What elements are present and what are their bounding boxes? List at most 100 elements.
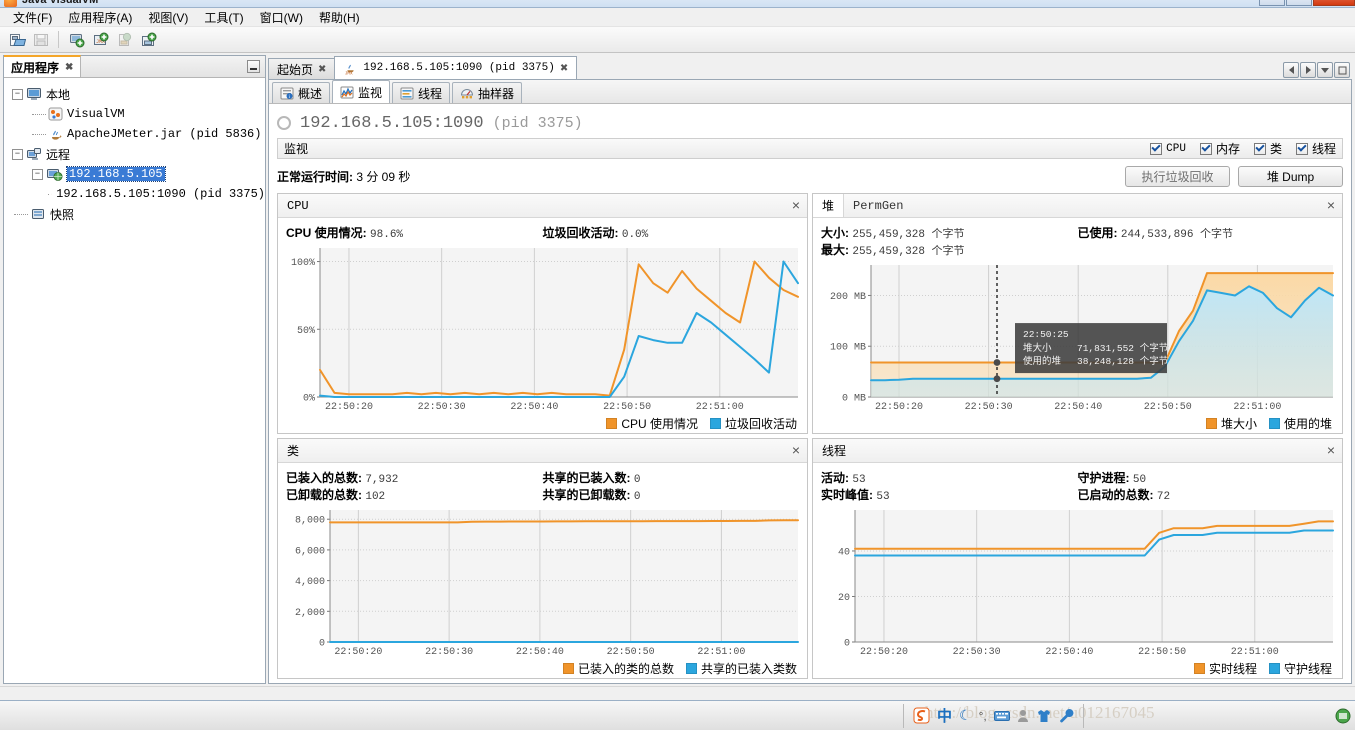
menu-help[interactable]: 帮助(H) bbox=[311, 7, 368, 28]
checkbox-box[interactable] bbox=[1295, 142, 1308, 155]
tree-node-remote[interactable]: − 远程 bbox=[12, 144, 265, 164]
sogou-icon[interactable] bbox=[913, 707, 930, 724]
visualvm-icon bbox=[48, 107, 63, 121]
tree-node-host[interactable]: − 192.168.5.105 bbox=[12, 164, 265, 184]
tree-node-visualvm[interactable]: VisualVM bbox=[12, 104, 265, 124]
threads-panel: 线程 × 活动: 53 实时峰值: 53 守护进程: 50 已启动的总数: 72… bbox=[812, 438, 1343, 679]
threads-legend: 实时线程 守护线程 bbox=[821, 660, 1334, 676]
checkbox-memory[interactable]: 内存 bbox=[1199, 140, 1240, 157]
save-icon[interactable] bbox=[30, 29, 52, 50]
java-icon bbox=[52, 130, 62, 140]
legend-label: 守护线程 bbox=[1283, 661, 1332, 676]
maximize-tab-button[interactable] bbox=[1334, 62, 1350, 78]
wrench-icon[interactable] bbox=[1059, 708, 1074, 723]
computer-icon bbox=[27, 88, 41, 100]
legend-swatch bbox=[1268, 662, 1280, 674]
degree-icon[interactable]: °, bbox=[979, 709, 987, 723]
legend-label: CPU 使用情况 bbox=[621, 416, 698, 431]
minimize-button[interactable] bbox=[1259, 0, 1285, 6]
skin-icon[interactable] bbox=[1036, 709, 1052, 723]
menu-tools[interactable]: 工具(T) bbox=[196, 7, 251, 28]
tab-monitor[interactable]: 监视 bbox=[332, 80, 391, 103]
scroll-right-button[interactable] bbox=[1300, 62, 1316, 78]
menu-applications[interactable]: 应用程序(A) bbox=[60, 7, 140, 28]
keyboard-icon[interactable] bbox=[993, 710, 1010, 722]
expander-icon[interactable]: − bbox=[12, 148, 23, 160]
tree-node-jmx-connection[interactable]: JMX 192.168.5.105:1090 (pid 3375) bbox=[12, 184, 265, 204]
permgen-tab[interactable]: PermGen bbox=[844, 194, 912, 217]
jmx-icon: JMX bbox=[51, 193, 52, 194]
tab-threads[interactable]: 线程 bbox=[392, 82, 451, 103]
close-icon[interactable]: ✖ bbox=[65, 62, 73, 73]
window-controls[interactable] bbox=[1258, 0, 1355, 6]
svg-text:20: 20 bbox=[838, 593, 850, 604]
minimize-panel-button[interactable] bbox=[247, 60, 260, 73]
tree-node-local[interactable]: − 本地 bbox=[12, 84, 265, 104]
tab-list-button[interactable] bbox=[1317, 62, 1333, 78]
svg-text:40: 40 bbox=[838, 547, 850, 558]
checkbox-box[interactable] bbox=[1253, 142, 1266, 155]
cpu-chart[interactable]: 22:50:20 22:50:30 22:50:40 22:50:50 22:51:00… bbox=[286, 244, 799, 415]
tree-node-jmeter[interactable]: ApacheJMeter.jar (pid 5836) bbox=[12, 124, 265, 144]
svg-text:22:50:40: 22:50:40 bbox=[516, 647, 564, 658]
menu-window[interactable]: 窗口(W) bbox=[252, 7, 311, 28]
classes-panel-title: 类 bbox=[287, 444, 300, 458]
close-icon[interactable]: × bbox=[792, 198, 800, 212]
sampler-icon bbox=[461, 88, 474, 98]
document-tab-start-page[interactable]: 起始页 ✖ bbox=[268, 58, 336, 79]
document-body: i 概述 监视 线程 抽样器 192.168.5.105:1090 (pid 3… bbox=[268, 79, 1352, 684]
tab-sampler[interactable]: 抽样器 bbox=[452, 82, 523, 103]
svg-text:0%: 0% bbox=[303, 394, 315, 405]
classes-chart[interactable]: 22:50:20 22:50:30 22:50:40 22:50:50 22:51:00… bbox=[286, 506, 799, 660]
add-snapshot-icon[interactable] bbox=[113, 29, 135, 50]
threads-panel-header: 线程 × bbox=[813, 439, 1342, 463]
add-application-icon[interactable] bbox=[137, 29, 159, 50]
applications-tab[interactable]: 应用程序 ✖ bbox=[4, 55, 82, 77]
heap-dump-button[interactable]: 堆 Dump bbox=[1238, 165, 1343, 187]
document-tab-jmx[interactable]: JMX 192.168.5.105:1090 (pid 3375) ✖ bbox=[334, 56, 578, 79]
tab-navigation[interactable] bbox=[1283, 62, 1350, 78]
open-icon[interactable] bbox=[6, 29, 28, 50]
threads-stats: 活动: 53 实时峰值: 53 守护进程: 50 已启动的总数: 72 bbox=[821, 469, 1334, 503]
tab-overview[interactable]: i 概述 bbox=[272, 82, 331, 103]
svg-text:JMX: JMX bbox=[51, 193, 52, 194]
heap-chart[interactable]: 22:50:20 22:50:30 22:50:40 22:50:50 22:51:00… bbox=[821, 261, 1334, 415]
close-icon[interactable]: ✖ bbox=[560, 63, 568, 74]
expander-icon[interactable]: − bbox=[12, 88, 23, 100]
menu-view[interactable]: 视图(V) bbox=[140, 7, 196, 28]
checkbox-box[interactable] bbox=[1199, 142, 1212, 155]
svg-text:50%: 50% bbox=[297, 326, 315, 337]
svg-text:22:50:50: 22:50:50 bbox=[1138, 647, 1186, 658]
classes-panel-header: 类 × bbox=[278, 439, 807, 463]
close-button[interactable] bbox=[1313, 0, 1355, 6]
maximize-button[interactable] bbox=[1286, 0, 1312, 6]
heap-tab[interactable]: 堆 bbox=[813, 194, 845, 217]
close-icon[interactable]: × bbox=[792, 443, 800, 457]
expander-icon[interactable]: − bbox=[32, 168, 43, 180]
monitor-section-header: 监视 CPU 内存 类 线程 bbox=[277, 138, 1343, 159]
perform-gc-button[interactable]: 执行垃圾回收 bbox=[1125, 165, 1230, 187]
applications-panel: 应用程序 ✖ − 本地 VisualVM ApacheJMeter.jar (p… bbox=[0, 53, 268, 686]
add-remote-host-icon[interactable] bbox=[65, 29, 87, 50]
checkbox-classes[interactable]: 类 bbox=[1253, 140, 1282, 157]
checkbox-threads[interactable]: 线程 bbox=[1295, 140, 1336, 157]
svg-text:22:50:40: 22:50:40 bbox=[1054, 402, 1102, 413]
close-icon[interactable]: ✖ bbox=[318, 64, 326, 75]
tree-node-snapshots[interactable]: 快照 bbox=[12, 204, 265, 224]
applications-tree[interactable]: − 本地 VisualVM ApacheJMeter.jar (pid 5836… bbox=[4, 78, 265, 683]
system-tray: 中 ☾ °, bbox=[903, 703, 1084, 728]
checkbox-box[interactable] bbox=[1150, 142, 1163, 155]
moon-icon[interactable]: ☾ bbox=[959, 707, 972, 724]
add-jmx-connection-icon[interactable]: JMX bbox=[89, 29, 111, 50]
menu-file[interactable]: 文件(F) bbox=[5, 7, 60, 28]
close-icon[interactable]: × bbox=[1327, 443, 1335, 457]
document-tab-bar: 起始页 ✖ JMX 192.168.5.105:1090 (pid 3375) … bbox=[268, 55, 1352, 79]
user-icon[interactable] bbox=[1017, 709, 1029, 723]
close-icon[interactable]: × bbox=[1327, 198, 1335, 212]
scroll-left-button[interactable] bbox=[1283, 62, 1299, 78]
threads-chart[interactable]: 22:50:20 22:50:30 22:50:40 22:50:50 22:51:00… bbox=[821, 506, 1334, 660]
taskbar-app-icon[interactable] bbox=[1335, 708, 1351, 724]
checkbox-cpu[interactable]: CPU bbox=[1150, 142, 1186, 155]
chinese-input-icon[interactable]: 中 bbox=[937, 705, 952, 726]
svg-text:2,000: 2,000 bbox=[295, 608, 325, 619]
